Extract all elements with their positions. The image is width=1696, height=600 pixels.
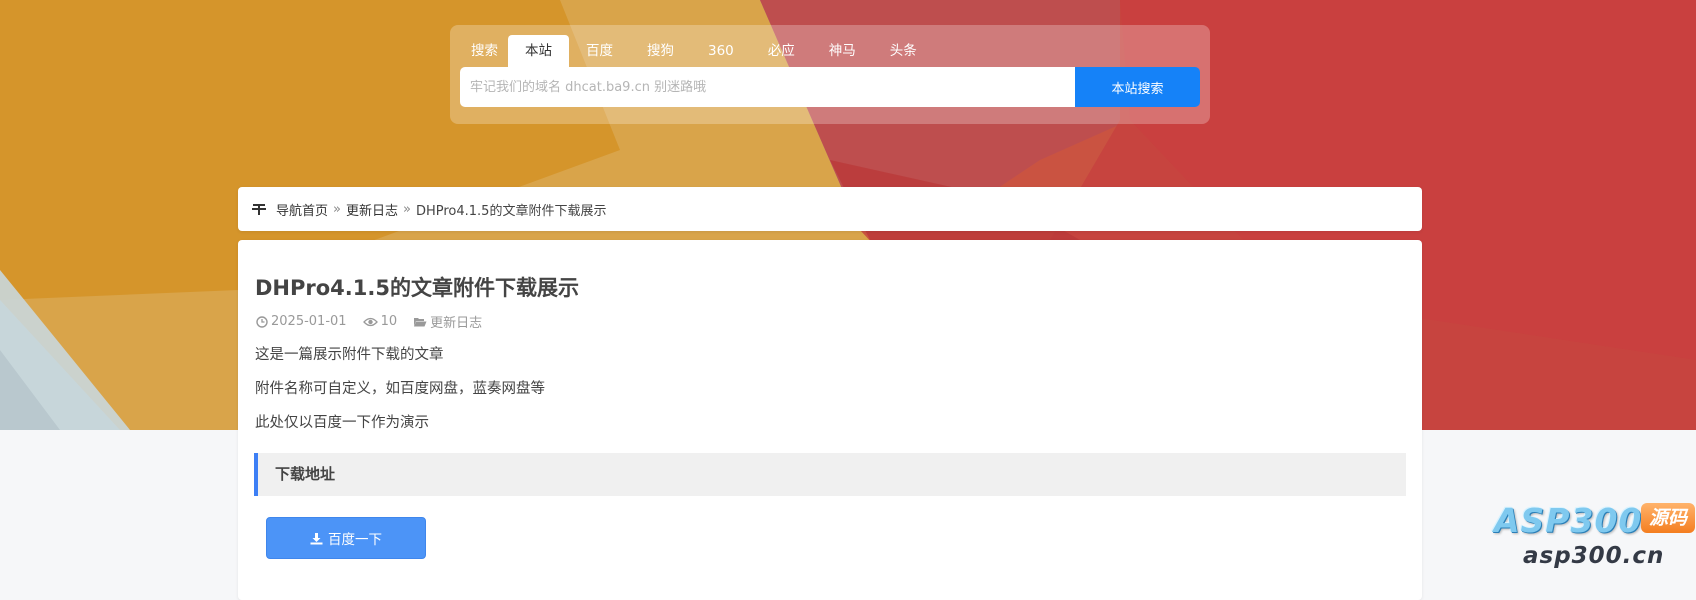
article-paragraph: 附件名称可自定义，如百度网盘，蓝奏网盘等	[255, 381, 545, 397]
site-search-button[interactable]: 本站搜索	[1075, 67, 1200, 107]
breadcrumb-separator: »	[403, 201, 411, 217]
tab-360[interactable]: 360	[691, 35, 751, 67]
search-box: 本站搜索	[460, 67, 1200, 107]
download-icon	[310, 532, 323, 544]
breadcrumb-category-link[interactable]: 更新日志	[346, 200, 398, 219]
clock-icon	[256, 315, 268, 328]
meta-date-value: 2025-01-01	[271, 314, 347, 329]
watermark-domain: asp300.cn	[1523, 543, 1665, 569]
watermark-logo: ASP300 源码 asp300.cn	[1488, 497, 1695, 572]
breadcrumb: 导航首页 » 更新日志 » DHPro4.1.5的文章附件下载展示	[238, 187, 1422, 231]
nav-menu-icon	[252, 204, 266, 215]
search-panel: 搜索 本站 百度 搜狗 360 必应 神马 头条 本站搜索	[450, 25, 1210, 124]
watermark-tag: 源码	[1641, 503, 1695, 533]
meta-date: 2025-01-01	[256, 314, 347, 329]
meta-category: 更新日志	[413, 312, 482, 331]
article-meta: 2025-01-01 10 更新日志	[256, 312, 498, 331]
article-paragraph: 此处仅以百度一下作为演示	[255, 415, 429, 431]
search-label: 搜索	[471, 43, 498, 59]
article-paragraph: 这是一篇展示附件下载的文章	[255, 347, 444, 363]
folder-open-icon	[414, 317, 427, 326]
download-button-label: 百度一下	[328, 532, 382, 548]
tab-site[interactable]: 本站	[508, 35, 569, 67]
download-button[interactable]: 百度一下	[266, 517, 426, 559]
breadcrumb-home-link[interactable]: 导航首页	[276, 200, 328, 219]
eye-icon	[362, 317, 378, 326]
breadcrumb-current: DHPro4.1.5的文章附件下载展示	[415, 203, 607, 219]
tab-bing[interactable]: 必应	[751, 35, 812, 67]
tab-shenma[interactable]: 神马	[812, 35, 873, 67]
search-engine-tabs: 搜索 本站 百度 搜狗 360 必应 神马 头条	[450, 35, 934, 67]
download-section-title: 下载地址	[254, 453, 1406, 496]
tab-toutiao[interactable]: 头条	[873, 35, 934, 67]
search-input[interactable]	[460, 67, 1075, 107]
meta-category-link[interactable]: 更新日志	[430, 312, 482, 331]
meta-views-value: 10	[380, 314, 398, 329]
breadcrumb-separator: »	[333, 201, 341, 217]
watermark-brand: ASP300	[1494, 501, 1643, 540]
article-card: DHPro4.1.5的文章附件下载展示 2025-01-01 10 更新日志 这…	[238, 240, 1422, 600]
article-title: DHPro4.1.5的文章附件下载展示	[255, 276, 579, 300]
meta-views: 10	[362, 314, 398, 329]
tab-baidu[interactable]: 百度	[569, 35, 630, 67]
tab-sogou[interactable]: 搜狗	[630, 35, 691, 67]
